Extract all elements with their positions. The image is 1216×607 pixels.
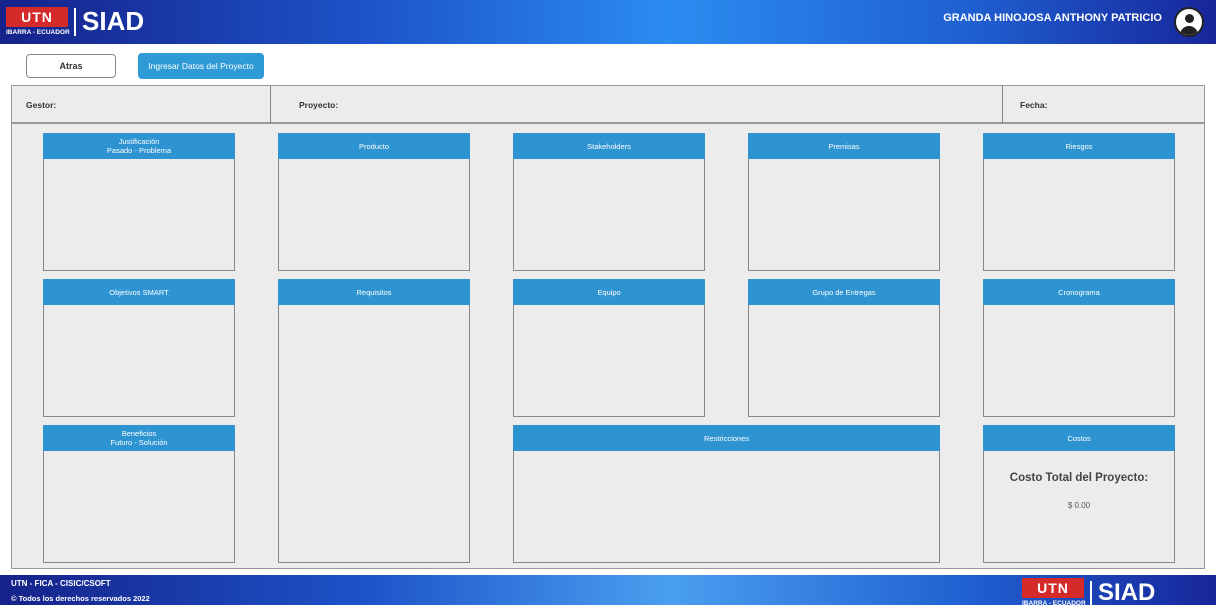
card-title: Beneficios Futuro - Solución	[43, 425, 235, 451]
gestor-field: Gestor:	[12, 86, 270, 124]
app-footer: UTN - FICA - CISIC/CSOFT © Todos los der…	[0, 575, 1216, 607]
card-premisas[interactable]: Premisas	[748, 133, 940, 271]
proyecto-label: Proyecto:	[299, 100, 339, 110]
utn-logo-mark: UTN	[1022, 578, 1084, 598]
footer-logo: UTN IBARRA - ECUADOR SIAD	[1022, 578, 1155, 607]
card-title: Cronograma	[983, 279, 1175, 305]
utn-logo-subtitle: IBARRA - ECUADOR	[6, 29, 70, 36]
user-name: GRANDA HINOJOSA ANTHONY PATRICIO	[943, 12, 1162, 24]
app-header: UTN IBARRA - ECUADOR SIAD GRANDA HINOJOS…	[0, 0, 1216, 44]
info-divider	[1002, 86, 1003, 124]
card-riesgos[interactable]: Riesgos	[983, 133, 1175, 271]
user-avatar-icon[interactable]	[1174, 7, 1204, 37]
card-title: Stakeholders	[513, 133, 705, 159]
project-info-bar: Gestor: Proyecto: Fecha:	[12, 86, 1204, 124]
enter-project-data-button[interactable]: Ingresar Datos del Proyecto	[138, 53, 264, 79]
card-title-line: Pasado - Problema	[106, 146, 172, 155]
card-requisitos[interactable]: Requisitos	[278, 279, 470, 563]
card-title: Objetivos SMART	[43, 279, 235, 305]
fecha-label: Fecha:	[1020, 100, 1048, 110]
card-title-line: Futuro - Solución	[110, 438, 168, 447]
card-costos[interactable]: Costos Costo Total del Proyecto: $ 0.00	[983, 425, 1175, 563]
fecha-field: Fecha:	[1006, 86, 1196, 124]
card-title: Premisas	[748, 133, 940, 159]
card-stakeholders[interactable]: Stakeholders	[513, 133, 705, 271]
total-cost-label: Costo Total del Proyecto:	[1009, 472, 1149, 484]
card-title: Producto	[278, 133, 470, 159]
utn-logo-mark: UTN	[6, 7, 68, 27]
proyecto-field: Proyecto:	[285, 86, 985, 124]
card-title: Grupo de Entregas	[748, 279, 940, 305]
card-objetivos-smart[interactable]: Objetivos SMART	[43, 279, 235, 417]
siad-logo-text: SIAD	[82, 6, 145, 36]
card-title: Riesgos	[983, 133, 1175, 159]
project-canvas: Gestor: Proyecto: Fecha: Justificación P…	[11, 85, 1205, 569]
card-title: Justificación Pasado - Problema	[43, 133, 235, 159]
card-cronograma[interactable]: Cronograma	[983, 279, 1175, 417]
logo-divider	[1090, 580, 1092, 605]
utn-logo-subtitle: IBARRA - ECUADOR	[1022, 600, 1086, 607]
back-button[interactable]: Atras	[26, 54, 116, 78]
card-producto[interactable]: Producto	[278, 133, 470, 271]
card-equipo[interactable]: Equipo	[513, 279, 705, 417]
card-title: Equipo	[513, 279, 705, 305]
logo-divider	[74, 7, 76, 36]
footer-org: UTN - FICA - CISIC/CSOFT	[11, 579, 111, 588]
total-cost-value: $ 0.00	[1067, 501, 1091, 510]
card-title: Costos	[983, 425, 1175, 451]
footer-copyright: © Todos los derechos reservados 2022	[11, 594, 150, 603]
card-title-line: Beneficios	[121, 429, 157, 438]
card-justificacion[interactable]: Justificación Pasado - Problema	[43, 133, 235, 271]
card-beneficios[interactable]: Beneficios Futuro - Solución	[43, 425, 235, 563]
card-title: Restricciones	[513, 425, 940, 451]
siad-logo-text: SIAD	[1098, 578, 1156, 606]
card-grupo-entregas[interactable]: Grupo de Entregas	[748, 279, 940, 417]
card-title-line: Justificación	[118, 137, 160, 146]
gestor-label: Gestor:	[26, 100, 57, 110]
utn-siad-logo[interactable]: UTN IBARRA - ECUADOR SIAD	[6, 6, 144, 37]
info-divider	[270, 86, 271, 124]
card-title: Requisitos	[278, 279, 470, 305]
card-restricciones[interactable]: Restricciones	[513, 425, 940, 563]
